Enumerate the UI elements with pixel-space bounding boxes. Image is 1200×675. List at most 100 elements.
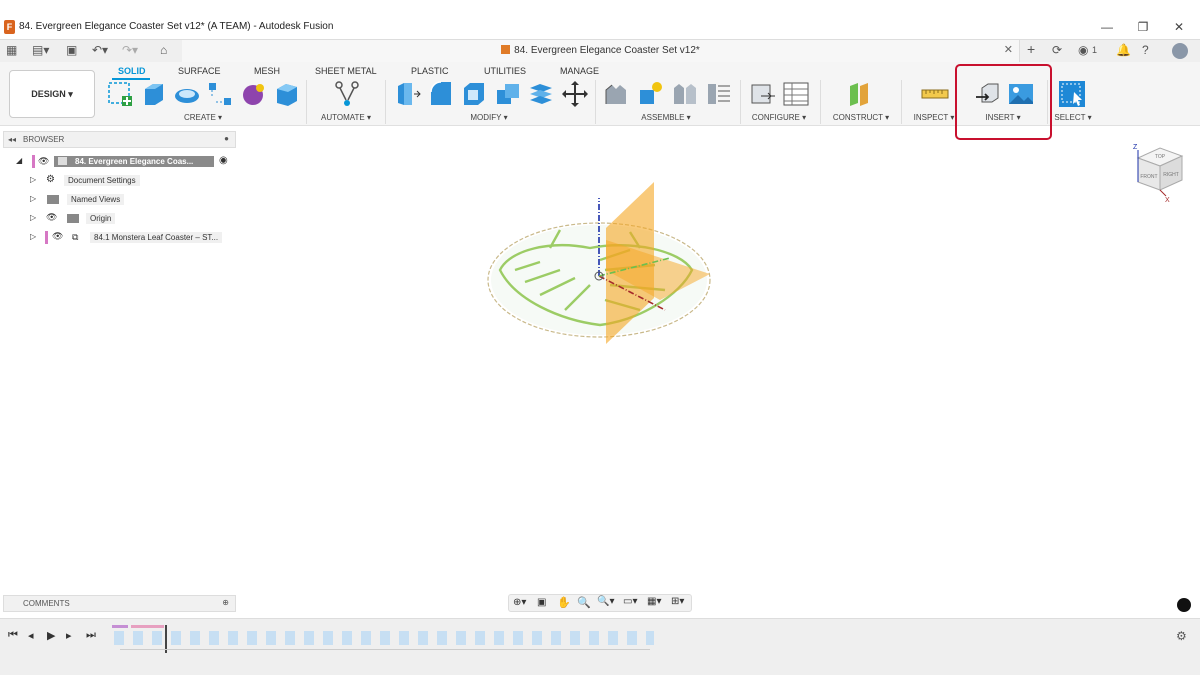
configure-icon[interactable] <box>749 80 777 108</box>
job-status-icon[interactable]: ◉ <box>1078 43 1088 57</box>
undo-icon[interactable]: ↶▾ <box>92 43 108 57</box>
activate-radio-icon[interactable]: ◉ <box>219 155 228 166</box>
move-copy-icon[interactable] <box>561 80 589 108</box>
create-group-label[interactable]: CREATE ▾ <box>180 113 226 122</box>
apps-grid-icon[interactable]: ▦ <box>6 43 17 57</box>
modify-group-label[interactable]: MODIFY ▾ <box>463 113 515 122</box>
measure-icon[interactable] <box>921 80 949 108</box>
automate-group-label[interactable]: AUTOMATE ▾ <box>317 113 375 122</box>
display-settings-icon[interactable]: ▭▾ <box>623 596 637 607</box>
add-comment-icon[interactable]: ⊕ <box>222 598 229 607</box>
extrude-icon[interactable] <box>140 80 168 108</box>
visibility-eye-icon[interactable]: 👁 <box>52 231 63 242</box>
file-menu-icon[interactable]: ▤▾ <box>32 43 49 57</box>
tab-plastic[interactable]: PLASTIC <box>411 66 449 76</box>
viewcube-x-axis <box>1159 189 1167 197</box>
look-at-icon[interactable]: ▣ <box>537 597 546 608</box>
timeline-features[interactable] <box>114 631 654 645</box>
tab-surface[interactable]: SURFACE <box>178 66 221 76</box>
inspect-group-label[interactable]: INSPECT ▾ <box>910 113 958 122</box>
offset-plane-icon[interactable] <box>846 80 874 108</box>
fillet-icon[interactable] <box>427 80 455 108</box>
collapse-browser-icon[interactable]: ◂◂ <box>8 135 16 144</box>
fit-icon[interactable]: 🔍▾ <box>597 596 614 607</box>
expand-arrow-icon[interactable]: ▷ <box>30 175 36 184</box>
expand-arrow-icon[interactable]: ◢ <box>16 156 22 165</box>
insert-highlight-box <box>955 64 1052 140</box>
press-pull-icon[interactable] <box>394 80 422 108</box>
viewcube-front-label[interactable]: FRONT <box>1140 174 1157 180</box>
grid-settings-icon[interactable]: ▦▾ <box>647 596 661 607</box>
browser-root-item[interactable]: ◢ 👁 84. Evergreen Elegance Coas... ◉ <box>14 154 236 170</box>
construct-group-label[interactable]: CONSTRUCT ▾ <box>830 113 892 122</box>
configuration-table-icon[interactable] <box>782 80 810 108</box>
tab-mesh[interactable]: MESH <box>254 66 280 76</box>
extensions-icon[interactable]: ⟳ <box>1052 43 1062 57</box>
minimize-button[interactable]: — <box>1100 20 1114 34</box>
create-sketch-icon[interactable] <box>106 80 134 108</box>
bill-of-materials-icon[interactable] <box>705 80 733 108</box>
maximize-button[interactable]: ❐ <box>1136 20 1150 34</box>
box-icon[interactable] <box>273 80 301 108</box>
revolve-icon[interactable] <box>173 80 201 108</box>
browser-pin-icon[interactable]: ● <box>224 134 229 143</box>
automate-icon[interactable] <box>333 80 361 108</box>
viewports-icon[interactable]: ⊞▾ <box>671 596 684 607</box>
step-forward-icon[interactable]: ▸ <box>66 629 72 642</box>
go-to-start-icon[interactable]: ⏮ <box>8 629 18 642</box>
autodesk-badge-icon[interactable] <box>1177 598 1191 612</box>
viewport-model[interactable] <box>480 170 720 350</box>
go-to-end-icon[interactable]: ⏭ <box>86 629 96 642</box>
close-tab-icon[interactable]: ✕ <box>1004 43 1013 56</box>
step-back-icon[interactable]: ◂ <box>28 629 34 642</box>
select-icon[interactable] <box>1058 80 1086 108</box>
offset-face-icon[interactable] <box>527 80 555 108</box>
configure-group-label[interactable]: CONFIGURE ▾ <box>748 113 810 122</box>
joint-icon[interactable] <box>637 80 665 108</box>
visibility-eye-icon[interactable]: 👁 <box>38 156 49 167</box>
combine-icon[interactable] <box>494 80 522 108</box>
comments-panel-header[interactable]: COMMENTS ⊕ <box>3 595 236 612</box>
job-count: 1 <box>1092 45 1098 55</box>
home-icon[interactable]: ⌂ <box>160 43 167 57</box>
save-icon[interactable]: ▣ <box>66 43 77 57</box>
browser-item-named-views[interactable]: ▷ Named Views <box>30 192 230 208</box>
as-built-joint-icon[interactable] <box>671 80 699 108</box>
close-window-button[interactable]: ✕ <box>1172 20 1186 34</box>
zoom-icon[interactable]: 🔍 <box>577 596 591 609</box>
viewcube[interactable]: TOP FRONT RIGHT Z X <box>1128 138 1188 204</box>
browser-panel-header[interactable]: ◂◂ BROWSER ● <box>3 131 236 148</box>
tab-manage[interactable]: MANAGE <box>560 66 599 76</box>
assemble-group-label[interactable]: ASSEMBLE ▾ <box>637 113 695 122</box>
timeline-group-marker <box>112 625 128 628</box>
new-component-icon[interactable] <box>603 80 631 108</box>
title-bar: F 84. Evergreen Elegance Coaster Set v12… <box>0 0 1200 40</box>
expand-arrow-icon[interactable]: ▷ <box>30 194 36 203</box>
expand-arrow-icon[interactable]: ▷ <box>30 213 36 222</box>
visibility-eye-icon[interactable]: 👁 <box>46 212 57 223</box>
play-icon[interactable]: ▶ <box>47 629 55 642</box>
user-avatar[interactable] <box>1172 43 1188 59</box>
browser-item-document-settings[interactable]: ▷ ⚙ Document Settings <box>30 173 230 189</box>
document-tab[interactable]: 84. Evergreen Elegance Coaster Set v12* … <box>182 40 1020 62</box>
pan-icon[interactable]: ✋ <box>557 596 571 609</box>
browser-item-origin[interactable]: ▷ 👁 Origin <box>30 211 230 227</box>
select-group-label[interactable]: SELECT ▾ <box>1050 113 1096 122</box>
browser-item-component[interactable]: ▷ 👁 ⧉ 84.1 Monstera Leaf Coaster – ST... <box>30 230 236 246</box>
form-icon[interactable] <box>240 80 268 108</box>
orbit-icon[interactable]: ⊕▾ <box>513 597 526 608</box>
notifications-icon[interactable]: 🔔 <box>1116 43 1131 57</box>
expand-arrow-icon[interactable]: ▷ <box>30 232 36 241</box>
sweep-icon[interactable] <box>206 80 234 108</box>
timeline-settings-gear-icon[interactable]: ⚙ <box>1176 629 1187 643</box>
tab-sheet-metal[interactable]: SHEET METAL <box>315 66 377 76</box>
redo-icon[interactable]: ↷▾ <box>122 43 138 57</box>
help-icon[interactable]: ? <box>1142 43 1149 57</box>
tab-solid[interactable]: SOLID <box>118 66 146 76</box>
workspace-switcher[interactable]: DESIGN ▾ <box>9 70 95 118</box>
shell-icon[interactable] <box>460 80 488 108</box>
tab-utilities[interactable]: UTILITIES <box>484 66 526 76</box>
new-tab-icon[interactable]: + <box>1027 41 1035 57</box>
viewcube-right-label[interactable]: RIGHT <box>1163 172 1179 178</box>
viewcube-top-label[interactable]: TOP <box>1155 154 1166 160</box>
